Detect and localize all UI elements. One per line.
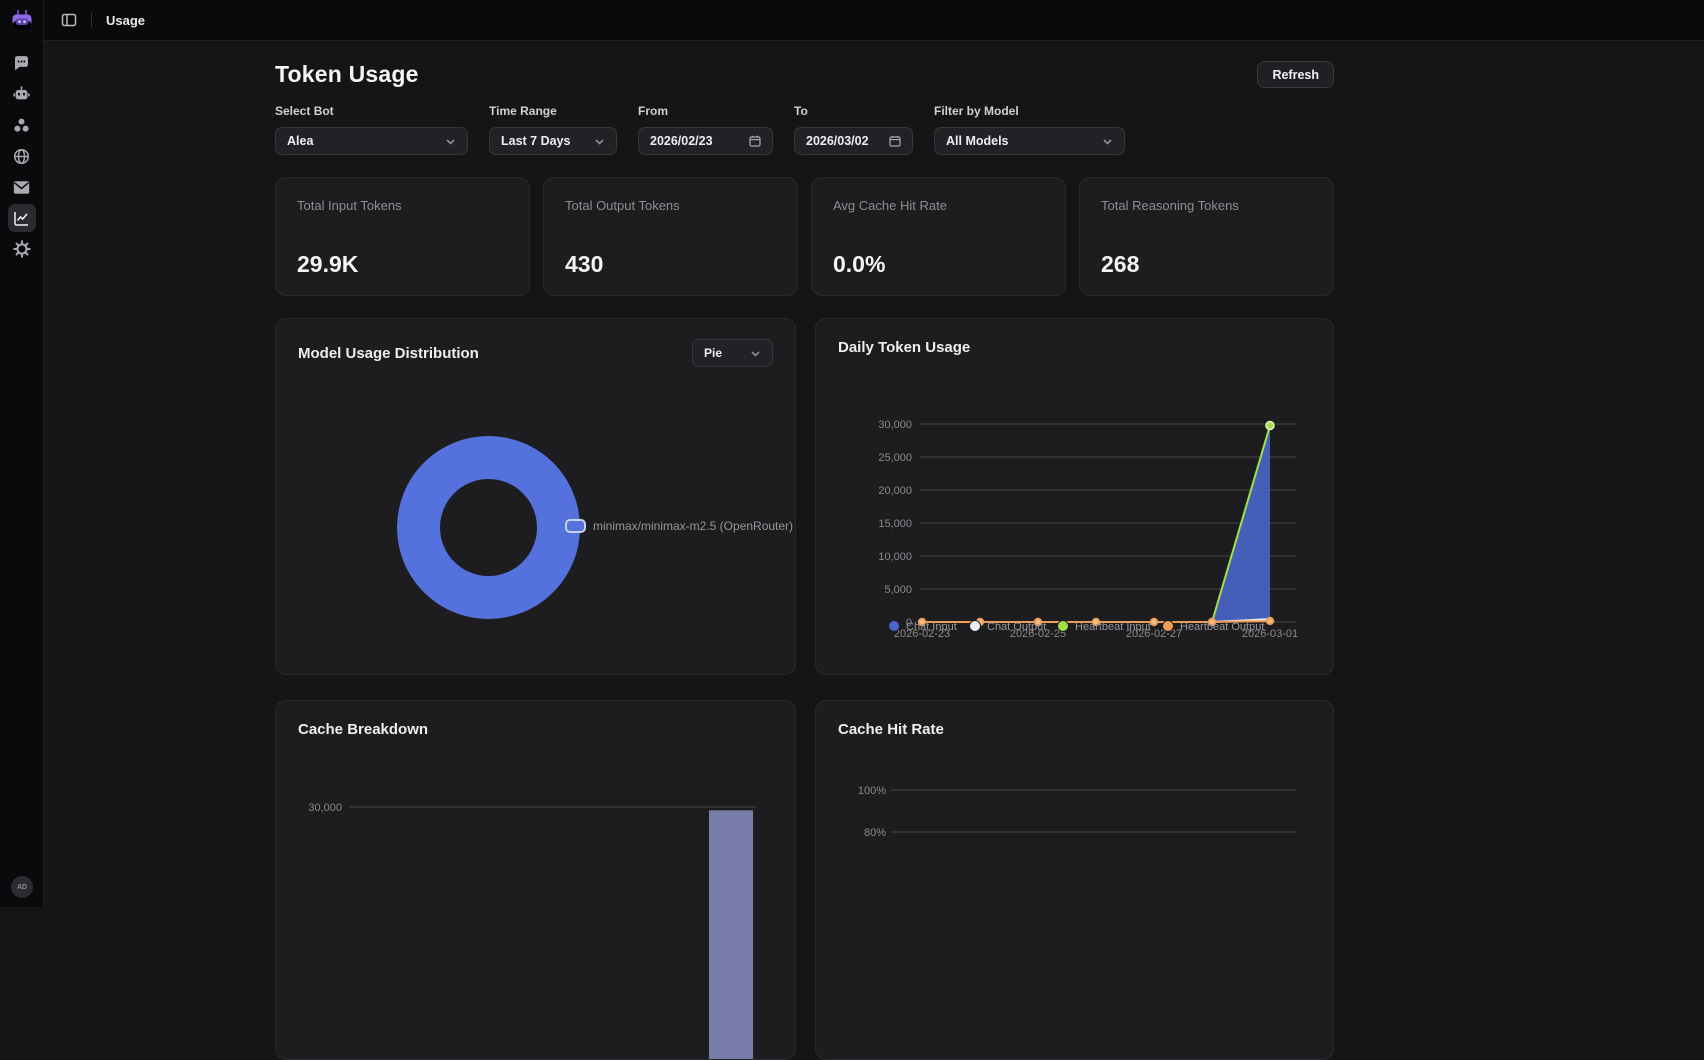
svg-text:Heartbeat Output: Heartbeat Output xyxy=(1180,621,1264,633)
chat-icon xyxy=(13,55,30,72)
page-title: Token Usage xyxy=(275,61,419,88)
nodes-cluster-icon xyxy=(13,117,30,134)
topbar: Usage xyxy=(44,0,1704,41)
topbar-divider xyxy=(91,12,92,28)
stat-card-total-input: Total Input Tokens 29.9K xyxy=(275,177,530,296)
page-breadcrumb: Usage xyxy=(106,13,145,28)
filter-model-label: Filter by Model xyxy=(934,104,1125,118)
stat-card-total-output: Total Output Tokens 430 xyxy=(543,177,798,296)
select-bot-dropdown[interactable]: Alea xyxy=(275,127,468,155)
globe-icon xyxy=(13,148,30,165)
svg-text:80%: 80% xyxy=(864,827,886,839)
sidebar: AD xyxy=(0,0,44,907)
svg-text:Heartbeat Input: Heartbeat Input xyxy=(1075,621,1151,633)
filter-model-value: All Models xyxy=(946,134,1092,148)
chevron-down-icon xyxy=(445,136,456,147)
chevron-down-icon xyxy=(750,348,761,359)
sidebar-item-bots[interactable] xyxy=(8,80,36,108)
legend-label: minimax/minimax-m2.5 (OpenRouter) xyxy=(593,519,793,533)
chart-type-value: Pie xyxy=(704,346,740,360)
card-title: Cache Breakdown xyxy=(298,721,428,738)
sidebar-nav xyxy=(8,49,36,263)
cache-breakdown-chart: 30,000 xyxy=(276,757,786,1060)
stat-label: Avg Cache Hit Rate xyxy=(833,198,1044,213)
stat-value: 430 xyxy=(565,251,776,278)
stat-value: 0.0% xyxy=(833,251,1044,278)
sidebar-toggle-button[interactable] xyxy=(57,8,81,32)
filter-model-dropdown[interactable]: All Models xyxy=(934,127,1125,155)
svg-text:15,000: 15,000 xyxy=(878,518,912,530)
chevron-down-icon xyxy=(594,136,605,147)
refresh-button[interactable]: Refresh xyxy=(1257,61,1334,88)
from-date-label: From xyxy=(638,104,773,118)
cache-breakdown-card: Cache Breakdown 30,000 xyxy=(275,700,796,1060)
gear-icon xyxy=(13,240,31,258)
svg-text:10,000: 10,000 xyxy=(878,551,912,563)
mail-icon xyxy=(13,179,30,196)
filters-bar: Select Bot Alea Time Range Last 7 Days F… xyxy=(275,104,1334,155)
donut-legend-item[interactable]: minimax/minimax-m2.5 (OpenRouter) xyxy=(565,519,793,533)
stat-card-cache-hit-rate: Avg Cache Hit Rate 0.0% xyxy=(811,177,1066,296)
from-date-input[interactable]: 2026/02/23 xyxy=(638,127,773,155)
robot-icon xyxy=(13,86,30,103)
app-logo xyxy=(7,6,37,36)
time-range-label: Time Range xyxy=(489,104,617,118)
model-distribution-donut-chart xyxy=(397,436,580,619)
svg-text:20,000: 20,000 xyxy=(878,485,912,497)
usage-chart-icon xyxy=(13,210,30,227)
daily-token-usage-card: Daily Token Usage 05,00010,00015,00020,0… xyxy=(815,318,1334,675)
stat-card-reasoning: Total Reasoning Tokens 268 xyxy=(1079,177,1334,296)
legend-swatch xyxy=(565,519,586,533)
robot-logo-icon xyxy=(9,8,35,34)
user-avatar[interactable]: AD xyxy=(11,876,33,898)
calendar-icon xyxy=(749,135,761,147)
to-date-input[interactable]: 2026/03/02 xyxy=(794,127,913,155)
from-date-value: 2026/02/23 xyxy=(650,134,739,148)
stat-label: Total Reasoning Tokens xyxy=(1101,198,1312,213)
main-content: Token Usage Refresh Select Bot Alea Time… xyxy=(44,41,1704,907)
stat-label: Total Output Tokens xyxy=(565,198,776,213)
donut-hole xyxy=(440,479,537,576)
svg-text:Chat Input: Chat Input xyxy=(906,621,957,633)
sidebar-item-mail[interactable] xyxy=(8,173,36,201)
daily-token-usage-chart: 05,00010,00015,00020,00025,00030,0002026… xyxy=(816,407,1326,657)
svg-text:30,000: 30,000 xyxy=(878,419,912,431)
sidebar-item-settings[interactable] xyxy=(8,235,36,263)
chevron-down-icon xyxy=(1102,136,1113,147)
select-bot-label: Select Bot xyxy=(275,104,468,118)
sidebar-item-plugins[interactable] xyxy=(8,111,36,139)
select-bot-value: Alea xyxy=(287,134,435,148)
card-title: Model Usage Distribution xyxy=(298,345,479,362)
stat-label: Total Input Tokens xyxy=(297,198,508,213)
time-range-dropdown[interactable]: Last 7 Days xyxy=(489,127,617,155)
svg-text:5,000: 5,000 xyxy=(884,584,912,596)
stat-value: 268 xyxy=(1101,251,1312,278)
svg-text:25,000: 25,000 xyxy=(878,452,912,464)
model-usage-distribution-card: Model Usage Distribution Pie minimax/min… xyxy=(275,318,796,675)
calendar-icon xyxy=(889,135,901,147)
svg-text:30,000: 30,000 xyxy=(308,802,342,814)
sidebar-item-usage[interactable] xyxy=(8,204,36,232)
cache-hit-rate-card: Cache Hit Rate 100%80% xyxy=(815,700,1334,1060)
cache-hit-rate-chart: 100% 80% xyxy=(816,701,1326,1060)
to-date-label: To xyxy=(794,104,913,118)
to-date-value: 2026/03/02 xyxy=(806,134,879,148)
panel-toggle-icon xyxy=(61,12,77,28)
svg-text:100%: 100% xyxy=(858,785,886,797)
sidebar-item-chats[interactable] xyxy=(8,49,36,77)
card-title: Daily Token Usage xyxy=(838,339,970,356)
stat-cards-row: Total Input Tokens 29.9K Total Output To… xyxy=(275,177,1334,296)
chart-type-dropdown[interactable]: Pie xyxy=(692,339,773,367)
svg-text:Chat Output: Chat Output xyxy=(987,621,1046,633)
sidebar-item-web[interactable] xyxy=(8,142,36,170)
time-range-value: Last 7 Days xyxy=(501,134,584,148)
stat-value: 29.9K xyxy=(297,251,508,278)
